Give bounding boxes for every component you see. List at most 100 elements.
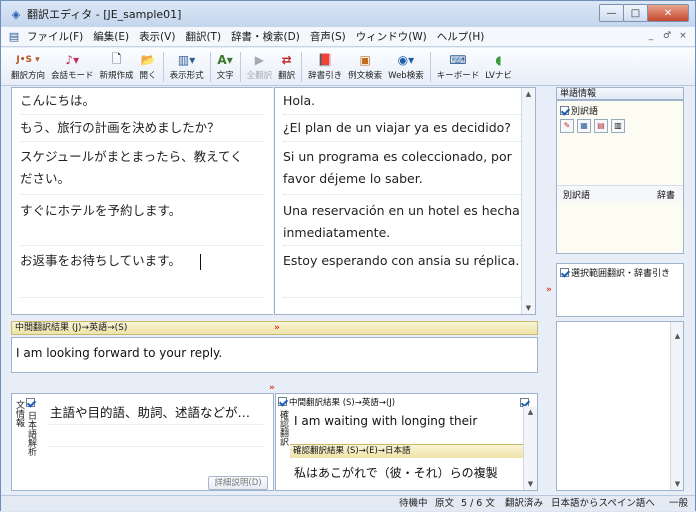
target-row[interactable]: inmediatamente.	[275, 222, 535, 244]
keyboard-button[interactable]: ⌨ キーボード	[437, 48, 480, 81]
target-row[interactable]: Si un programa es coleccionado, por	[275, 146, 535, 168]
checkbox-icon	[278, 397, 287, 406]
new-document-button[interactable]: 🗋 新規作成	[100, 48, 134, 82]
selection-scrollbar[interactable]: ▲ ▼	[670, 322, 683, 490]
col-alt-words: 別訳語	[563, 191, 591, 201]
source-row[interactable]: もう、旅行の計画を決めましたか？	[12, 117, 273, 139]
toolbar-separator	[429, 52, 431, 82]
translate-all-button[interactable]: ▶ 全翻訳	[247, 48, 273, 81]
mdi-restore-button[interactable]: ♂	[661, 31, 673, 41]
checkbox-icon	[560, 106, 569, 115]
intermediate-back-checkbox[interactable]: 中間翻訳結果 (S)→英語→(J)	[278, 396, 395, 408]
document-icon[interactable]: ▤	[7, 30, 21, 44]
translation-direction-button[interactable]: J•S ▾ 翻訳方向	[11, 48, 45, 81]
scroll-down-icon[interactable]: ▼	[522, 302, 535, 314]
row-divider	[283, 114, 525, 115]
lv-navi-button[interactable]: ◖ LVナビ	[485, 48, 512, 81]
web-search-button[interactable]: ◉▾ Web検索	[388, 48, 424, 81]
dictionary-lookup-button[interactable]: 📕 辞書引き	[308, 48, 342, 81]
details-button[interactable]: 詳細説明(D)	[208, 476, 268, 490]
source-row[interactable]: こんにちは。	[12, 90, 273, 112]
source-row[interactable]: スケジュールがまとまったら、教えてく	[12, 146, 273, 168]
close-button[interactable]: ✕	[647, 4, 689, 22]
menu-window[interactable]: ウィンドウ(W)	[356, 29, 427, 44]
status-mode: 原文	[435, 498, 455, 509]
translate-button[interactable]: ⇄ 翻訳	[278, 48, 295, 81]
alt-words-checkbox[interactable]: 別訳語	[560, 104, 598, 117]
dictionary-icon: 📕	[317, 53, 333, 67]
direction-icon: J•S ▾	[16, 55, 40, 65]
menu-view[interactable]: 表示(V)	[139, 29, 175, 44]
alt-words-header: 別訳語 辞書	[557, 185, 683, 201]
edit-word-icon[interactable]: ▥	[611, 119, 625, 133]
row-divider	[20, 194, 263, 195]
dictionary-icon[interactable]: ▤	[594, 119, 608, 133]
menu-edit[interactable]: 編集(E)	[93, 29, 129, 44]
menu-translate[interactable]: 翻訳(T)	[185, 29, 221, 44]
selection-translate-checkbox[interactable]: 選択範囲翻訳・辞書引き	[560, 266, 670, 279]
target-row[interactable]: favor déjeme lo saber.	[275, 168, 535, 190]
source-row-active[interactable]: お返事をお待ちしています。	[12, 250, 273, 272]
menu-file[interactable]: ファイル(F)	[27, 29, 83, 44]
scroll-up-icon[interactable]: ▲	[522, 88, 535, 100]
conversation-mode-button[interactable]: ♪▾ 会話モード	[51, 48, 94, 81]
lv-navi-icon: ◖	[495, 53, 502, 67]
selection-results-panel: ▲ ▼	[556, 321, 684, 491]
intermediate-text-box[interactable]: I am looking forward to your reply.	[11, 337, 538, 373]
confirm-translation-tab[interactable]: 確認翻訳	[278, 410, 288, 446]
pen-icon[interactable]: ✎	[560, 119, 574, 133]
app-window: ◈ 翻訳エディタ - [JE_sample01] — □ ✕ ▤ ファイル(F)…	[0, 0, 696, 511]
layout-icon: ▥▾	[177, 53, 196, 67]
row-divider	[48, 424, 263, 425]
expand-arrow-icon[interactable]: »	[546, 285, 552, 295]
target-row[interactable]: Una reservación en un hotel es hecha	[275, 200, 535, 222]
sentence-info-panel: 文情報 日本語解析 主語や目的語、助詞、述語などが… 詳細説明(D)	[11, 393, 274, 491]
maximize-button[interactable]: □	[623, 4, 648, 22]
confirm-scrollbar[interactable]: ▲ ▼	[523, 406, 537, 490]
register-icon[interactable]: ▦	[577, 119, 591, 133]
status-translated: 翻訳済み	[505, 498, 544, 509]
checkbox-icon	[560, 268, 569, 277]
source-row[interactable]: すぐにホテルを予約します。	[12, 200, 273, 222]
menu-help[interactable]: ヘルプ(H)	[437, 29, 485, 44]
font-button[interactable]: A▾ 文字	[217, 48, 234, 81]
collapse-arrow-icon[interactable]: »	[274, 322, 280, 335]
font-icon: A▾	[217, 53, 233, 67]
minimize-button[interactable]: —	[599, 4, 624, 22]
menu-dictionary[interactable]: 辞書・検索(D)	[231, 29, 300, 44]
row-divider	[283, 141, 525, 142]
menu-voice[interactable]: 音声(S)	[310, 29, 346, 44]
app-icon: ◈	[11, 7, 21, 21]
folder-icon: 📂	[140, 53, 156, 67]
source-row[interactable]: ださい。	[12, 168, 273, 190]
target-scrollbar[interactable]: ▲ ▼	[521, 88, 535, 314]
open-button[interactable]: 📂 開く	[140, 48, 157, 81]
scroll-up-icon[interactable]: ▲	[524, 406, 537, 418]
sentence-info-tab[interactable]: 文情報	[14, 400, 24, 427]
collapse-arrow-icon[interactable]: »	[269, 383, 275, 393]
window-controls: — □ ✕	[599, 4, 689, 22]
target-text-pane[interactable]: Hola. ¿El plan de un viajar ya es decidi…	[274, 87, 536, 315]
mdi-minimize-button[interactable]: _	[645, 31, 657, 41]
target-row[interactable]: Estoy esperando con ansia su réplica.	[275, 250, 535, 272]
confirm-result-header: 確認翻訳結果 (S)→(E)→日本語	[290, 444, 526, 458]
row-divider	[283, 245, 525, 246]
display-format-button[interactable]: ▥▾ 表示形式	[170, 48, 204, 81]
scroll-down-icon[interactable]: ▼	[671, 478, 684, 490]
row-divider	[20, 114, 263, 115]
text-cursor	[200, 254, 201, 270]
source-text-pane[interactable]: こんにちは。 もう、旅行の計画を決めましたか？ スケジュールがまとまったら、教え…	[11, 87, 273, 315]
row-divider	[48, 446, 263, 447]
target-row[interactable]: ¿El plan de un viajar ya es decidido?	[275, 117, 535, 139]
scroll-down-icon[interactable]: ▼	[524, 478, 537, 490]
word-info-panel: 別訳語 ✎ ▦ ▤ ▥ 別訳語 辞書	[556, 100, 684, 254]
status-position: 5 / 6 文	[461, 498, 495, 509]
selection-panel: 選択範囲翻訳・辞書引き	[556, 263, 684, 317]
row-divider	[283, 297, 525, 298]
mdi-close-button[interactable]: ×	[677, 31, 689, 41]
scroll-up-icon[interactable]: ▲	[671, 330, 684, 342]
status-field: 一般	[669, 498, 689, 509]
example-search-button[interactable]: ▣ 例文検索	[348, 48, 382, 81]
target-row[interactable]: Hola.	[275, 90, 535, 112]
new-file-icon: 🗋	[111, 51, 122, 66]
